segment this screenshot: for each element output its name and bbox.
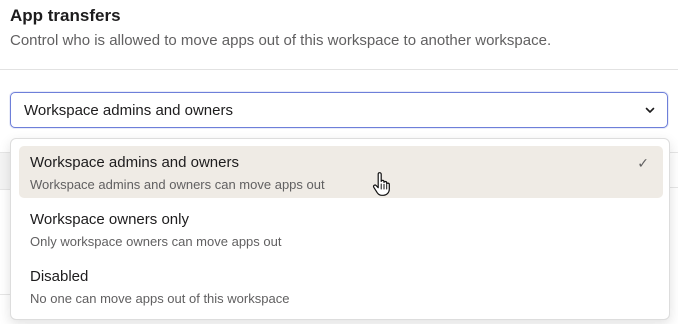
option-disabled[interactable]: Disabled No one can move apps out of thi… — [19, 260, 663, 312]
select-value: Workspace admins and owners — [24, 102, 233, 119]
divider — [0, 69, 678, 70]
checkmark-icon: ✓ — [637, 155, 649, 171]
option-label: Disabled — [30, 268, 89, 285]
option-label: Workspace owners only — [30, 211, 189, 228]
option-description: Only workspace owners can move apps out — [30, 234, 282, 249]
app-transfers-dropdown-menu: Workspace admins and owners Workspace ad… — [10, 138, 670, 320]
option-description: Workspace admins and owners can move app… — [30, 177, 325, 192]
option-description: No one can move apps out of this workspa… — [30, 291, 290, 306]
section-title: App transfers — [10, 6, 121, 25]
option-admins-and-owners[interactable]: Workspace admins and owners Workspace ad… — [19, 146, 663, 198]
app-transfers-settings: App transfers Control who is allowed to … — [0, 0, 678, 324]
chevron-down-icon — [645, 107, 655, 113]
hand-pointer-cursor-icon — [372, 172, 390, 196]
app-transfers-select[interactable]: Workspace admins and owners — [10, 92, 668, 128]
option-label: Workspace admins and owners — [30, 154, 239, 171]
option-owners-only[interactable]: Workspace owners only Only workspace own… — [19, 203, 663, 255]
section-description: Control who is allowed to move apps out … — [10, 32, 552, 49]
